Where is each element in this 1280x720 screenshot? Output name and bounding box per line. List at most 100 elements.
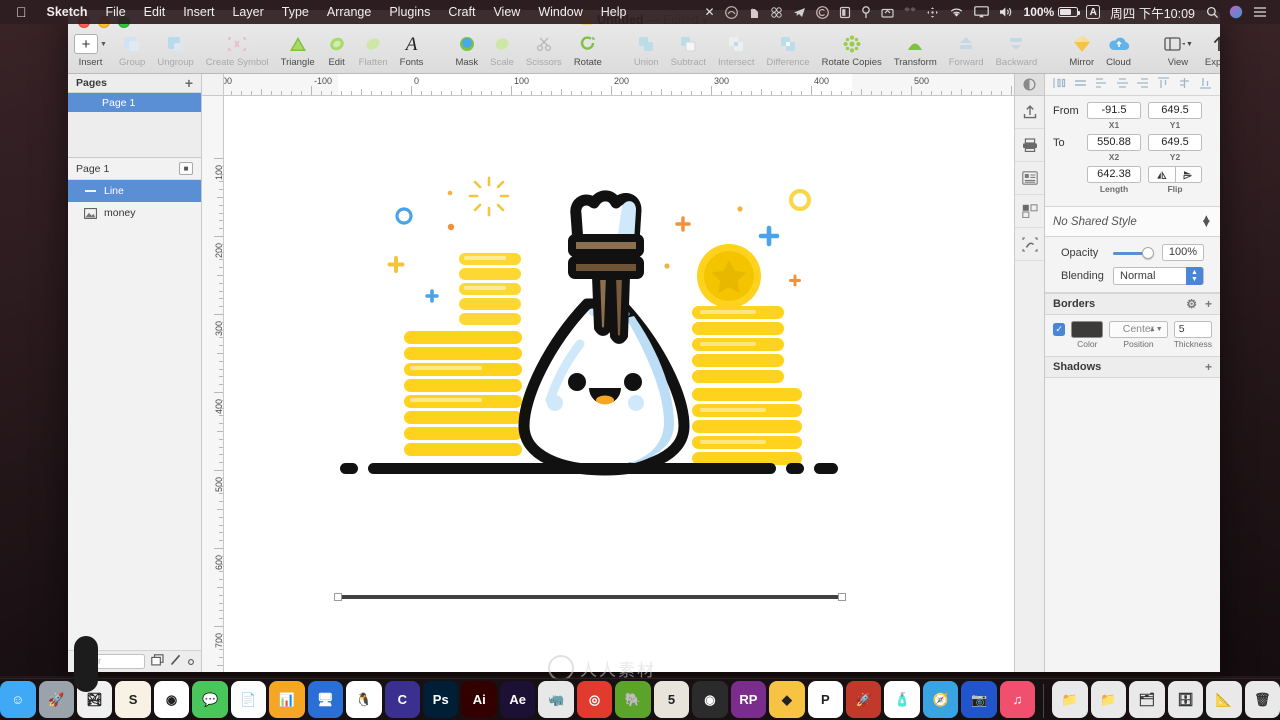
border-enabled-checkbox[interactable]: ✓ (1053, 323, 1066, 336)
toolbar-insert-button[interactable]: + ▼ Insert (68, 32, 113, 68)
dock-stack-design-assets-stack[interactable]: 🗂 (1129, 681, 1165, 718)
dock-item-axure-rp[interactable]: RP (730, 681, 767, 718)
layer-styles-icon[interactable] (1015, 195, 1044, 228)
toolbar-cloud-button[interactable]: Cloud (1100, 32, 1137, 68)
bluetooth-stop-icon[interactable]: ✕ (699, 5, 719, 19)
dock-item-netease-music[interactable]: ◎ (576, 681, 613, 718)
dock-item-cleanmymac[interactable]: 🧴 (884, 681, 920, 718)
dock-stack-sketch-files-stack[interactable]: 📐 (1206, 681, 1242, 718)
canvas-area[interactable]: -200-1000100200300400500600700 100200300… (202, 74, 1014, 672)
border-color-swatch[interactable] (1071, 321, 1104, 338)
toolbar-rotate-button[interactable]: Rotate (568, 32, 608, 68)
apple-logo-icon[interactable]:  (0, 5, 38, 19)
dock-item-wechat[interactable]: 💬 (192, 681, 228, 718)
duplicate-icon[interactable] (151, 653, 164, 671)
toolbar-scale-button[interactable]: Scale (484, 32, 520, 68)
align-top-icon[interactable] (1157, 77, 1170, 92)
toolbar-transform-button[interactable]: Transform (888, 32, 943, 68)
align-bottom-icon[interactable] (1199, 77, 1212, 92)
shuttle-icon[interactable] (921, 6, 944, 19)
caffeine-icon[interactable] (834, 6, 856, 19)
length-input[interactable]: 642.38 (1087, 166, 1141, 183)
toolbar-export-button[interactable]: Export (1199, 32, 1220, 68)
adobe-cc-icon[interactable] (811, 5, 834, 19)
upload-export-icon[interactable] (1015, 96, 1044, 129)
toolbar-ungroup-button[interactable]: Ungroup (151, 32, 199, 68)
dock-item-blimp[interactable]: 🚀 (846, 681, 882, 718)
menu-item-plugins[interactable]: Plugins (380, 0, 439, 24)
toolbar-edit-button[interactable]: Edit (321, 32, 353, 68)
menu-item-insert[interactable]: Insert (174, 0, 223, 24)
menu-item-view[interactable]: View (484, 0, 529, 24)
airplay-icon[interactable] (969, 6, 994, 18)
toolbar-flatten-button[interactable]: Flatten (353, 32, 394, 68)
siri-icon[interactable] (1224, 5, 1248, 19)
canvas-viewport[interactable] (224, 96, 1014, 672)
toolbar-union-button[interactable]: Union (628, 32, 665, 68)
dock-item-rhino[interactable]: 🦏 (538, 681, 574, 718)
toolbar-triangle-button[interactable]: Triangle (275, 32, 321, 68)
add-page-button[interactable]: + (185, 76, 193, 90)
dock-item-sketch[interactable]: ◆ (769, 681, 805, 718)
wifi-icon[interactable] (944, 7, 969, 18)
dock-stack-downloads-stack[interactable]: 📁 (1090, 681, 1127, 718)
input-source-indicator[interactable]: A (1086, 5, 1101, 19)
money-bag-illustration[interactable] (334, 176, 874, 476)
dock-item-principle[interactable]: P (807, 681, 844, 718)
flip-vertical-icon[interactable] (1175, 166, 1202, 183)
x2-input[interactable]: 550.88 (1087, 134, 1141, 151)
border-thickness-input[interactable]: 5 (1173, 321, 1212, 338)
battery-icon[interactable] (1058, 7, 1081, 17)
menu-item-craft[interactable]: Craft (439, 0, 484, 24)
align-vertical-center-icon[interactable] (1178, 77, 1191, 92)
contrast-toggle-icon[interactable] (1015, 74, 1044, 96)
toolbar-intersect-button[interactable]: Intersect (712, 32, 760, 68)
selection-handle-end[interactable] (838, 593, 846, 601)
dock-item-launchpad[interactable]: 🚀 (38, 681, 74, 718)
creative-cloud-circle-icon[interactable] (720, 5, 743, 19)
menu-item-type[interactable]: Type (273, 0, 318, 24)
menu-item-file[interactable]: File (97, 0, 135, 24)
horizontal-ruler[interactable]: -200-1000100200300400500600700 (202, 74, 1014, 96)
dock-item-sublime-text[interactable]: S (115, 681, 151, 718)
flip-horizontal-icon[interactable] (1148, 166, 1176, 183)
dock-item-evernote[interactable]: 🐘 (615, 681, 651, 718)
dock-item-qq[interactable]: 🐧 (346, 681, 382, 718)
dock-item-numbers[interactable]: 📊 (269, 681, 305, 718)
page-list-item-page-1[interactable]: Page 1 (68, 93, 201, 112)
dock-item-obs[interactable]: ◉ (692, 681, 728, 718)
toolbar-view-button[interactable]: ▼ View (1157, 32, 1199, 68)
dock-item-google-chrome[interactable]: ◉ (153, 681, 190, 718)
dock-item-keynote[interactable]: 🖥 (307, 681, 344, 718)
pocket-icon[interactable] (856, 5, 876, 19)
opacity-value-input[interactable]: 100% (1162, 244, 1204, 261)
blending-select[interactable]: Normal ▲ ▼ (1113, 267, 1204, 285)
dock-item-screenshot[interactable]: 📷 (961, 681, 997, 718)
menu-item-window[interactable]: Window (529, 0, 591, 24)
dock-stack-recent-stack[interactable]: 🗄 (1167, 681, 1204, 718)
gear-icon[interactable]: ⚙ (1186, 297, 1197, 311)
opacity-slider[interactable] (1113, 246, 1154, 260)
toolbar-subtract-button[interactable]: Subtract (665, 32, 712, 68)
dock-item-cinema-4d[interactable]: C (384, 681, 421, 718)
vertical-ruler[interactable]: 100 200 300 400 500 600 700 (202, 96, 224, 672)
selected-line-object[interactable] (334, 592, 846, 602)
dock-stack-documents-stack[interactable]: 📁 (1052, 681, 1088, 718)
pencil-icon[interactable] (170, 653, 181, 671)
align-left-icon[interactable] (1053, 77, 1066, 92)
toolbar-create-symbol-button[interactable]: Create Symbol (200, 32, 275, 68)
telegram-icon[interactable] (788, 6, 811, 19)
opacity-slider-knob[interactable] (1142, 246, 1154, 259)
menu-item-layer[interactable]: Layer (223, 0, 272, 24)
toolbar-scissors-button[interactable]: Scissors (520, 32, 568, 68)
chevron-updown-icon[interactable]: ▲▼ (1186, 267, 1203, 285)
settings-dot-icon[interactable] (187, 653, 195, 671)
notification-center-icon[interactable] (1248, 6, 1272, 18)
dock-item-pages[interactable]: 📄 (230, 681, 267, 718)
atom-icon[interactable] (765, 6, 788, 19)
dock-item-adobe-after-effects[interactable]: Ae (499, 681, 536, 718)
toolbar-rotate-copies-button[interactable]: Rotate Copies (816, 32, 888, 68)
symbols-icon[interactable] (1015, 228, 1044, 261)
toolbar-difference-button[interactable]: Difference (760, 32, 815, 68)
dock-item-adobe-illustrator[interactable]: Ai (461, 681, 497, 718)
